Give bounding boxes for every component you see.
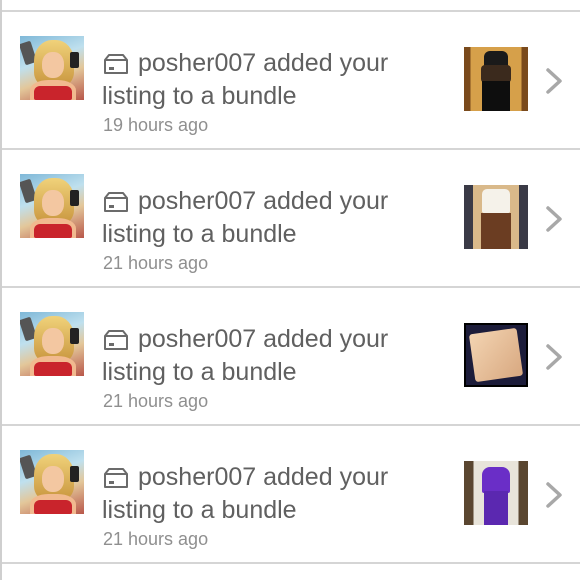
listing-thumbnail[interactable] [464,323,528,387]
notification-time: 21 hours ago [103,253,209,273]
listing-thumbnail[interactable] [464,47,528,111]
notification-row[interactable]: posher007 added your listing to a bundle… [2,150,580,286]
notification-line2: listing to a bundle [102,358,297,386]
notification-list: posher007 added your listing to a bundle… [0,0,580,580]
notification-text: posher007 added your listing to a bundle [102,461,422,527]
notification-time: 21 hours ago [103,529,209,549]
user-avatar[interactable] [20,174,84,238]
notification-time: 21 hours ago [103,391,209,411]
notification-text: posher007 added your listing to a bundle [102,47,422,113]
notification-line2: listing to a bundle [102,496,297,524]
user-avatar[interactable] [20,312,84,376]
notification-line2: listing to a bundle [102,82,297,110]
user-avatar[interactable] [20,36,84,100]
notification-row[interactable]: posher007 added your listing to a bundle… [2,426,580,562]
notification-text: posher007 added your listing to a bundle [102,185,422,251]
notification-line1: posher007 added your [138,463,389,491]
chevron-right-icon[interactable] [544,67,566,95]
notification-line2: listing to a bundle [102,220,297,248]
notification-row[interactable]: posher007 added your listing to a bundle… [2,288,580,424]
listing-thumbnail[interactable] [464,185,528,249]
notification-line1: posher007 added your [138,49,389,77]
listing-thumbnail[interactable] [464,461,528,525]
notification-line1: posher007 added your [138,187,389,215]
notification-line1: posher007 added your [138,325,389,353]
chevron-right-icon[interactable] [544,205,566,233]
separator [2,562,580,564]
user-avatar[interactable] [20,450,84,514]
chevron-right-icon[interactable] [544,481,566,509]
notification-row[interactable]: posher007 added your listing to a bundle… [2,12,580,148]
notification-text: posher007 added your listing to a bundle [102,323,422,389]
notification-time: 19 hours ago [103,115,209,135]
chevron-right-icon[interactable] [544,343,566,371]
